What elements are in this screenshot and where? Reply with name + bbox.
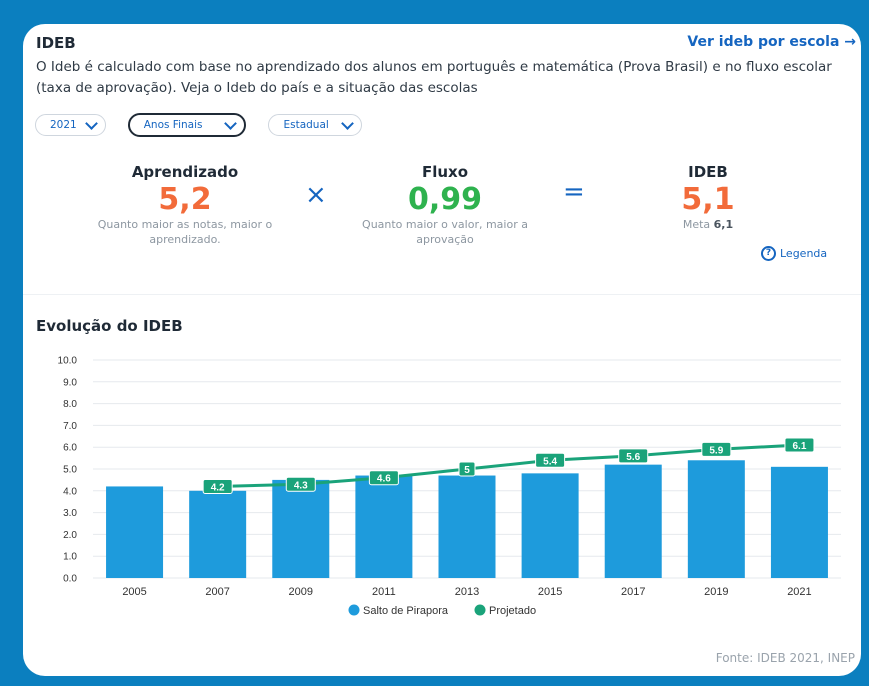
y-tick-label: 6.0 [63, 443, 77, 454]
x-tick-label: 2005 [122, 586, 146, 598]
data-label: 4.3 [294, 480, 308, 491]
y-tick-label: 2.0 [63, 530, 77, 541]
ideb-evolution-chart: 0.0 1.0 2.0 3.0 4.0 5.0 6.0 7.0 8.0 9.0 10.0 2005 20… [58, 356, 841, 617]
data-label: 6.1 [792, 441, 806, 452]
bar [521, 473, 579, 578]
year-select-value: 2021 [50, 119, 77, 131]
divider [23, 294, 861, 295]
x-tick-label: 2015 [538, 586, 562, 598]
metric-fluxo-note: Quanto maior o valor, maior a aprovação [362, 218, 528, 246]
legend-marker [348, 604, 360, 616]
legend-marker [474, 604, 486, 616]
year-select[interactable]: 2021 [35, 114, 106, 136]
bar [272, 479, 330, 578]
x-tick-label: 2013 [455, 586, 479, 598]
bar [604, 464, 662, 578]
y-tick-label: 4.0 [63, 486, 77, 497]
y-tick-label: 9.0 [63, 377, 77, 388]
equals-symbol: = [563, 177, 585, 207]
stage-select[interactable]: Anos Finais [127, 113, 247, 137]
data-label: 5 [464, 465, 470, 476]
legend-label: Salto de Pirapora [363, 605, 449, 617]
x-tick-label: 2009 [289, 586, 313, 598]
bar [438, 475, 496, 578]
y-tick-label: 7.0 [63, 421, 77, 432]
metric-fluxo: Fluxo 0,99 Quanto maior o valor, maior a… [340, 163, 550, 247]
y-tick-label: 1.0 [63, 552, 77, 563]
bar [189, 490, 247, 578]
metric-fluxo-value: 0,99 [407, 182, 483, 217]
metric-aprendizado-value: 5,2 [158, 182, 212, 217]
meta-label: Meta [682, 218, 711, 231]
metric-aprendizado-note: Quanto maior as notas, maior o aprendiza… [97, 218, 273, 246]
evolution-title: Evolução do IDEB [36, 317, 183, 335]
stage-select-value: Anos Finais [143, 119, 203, 131]
y-tick-label: 0.0 [63, 574, 77, 585]
ver-ideb-por-escola-link[interactable]: Ver ideb por escola → [687, 34, 856, 50]
bar [106, 486, 164, 578]
data-label: 4.6 [377, 474, 391, 485]
source-note: Fonte: IDEB 2021, INEP [715, 651, 855, 665]
y-tick-label: 8.0 [63, 399, 77, 410]
y-tick-label: 3.0 [63, 508, 77, 519]
legenda-link[interactable]: ? Legenda [761, 246, 827, 261]
data-label: 5.4 [543, 456, 557, 467]
chevron-down-icon [224, 116, 238, 130]
network-select-value: Estadual [283, 119, 329, 131]
chevron-down-icon [84, 116, 98, 130]
metric-aprendizado-label: Aprendizado [131, 163, 239, 181]
bar [355, 475, 413, 578]
metric-ideb-label: IDEB [688, 163, 728, 181]
meta-value: 6,1 [713, 218, 734, 231]
bar [770, 466, 828, 578]
x-tick-label: 2007 [205, 586, 229, 598]
chevron-down-icon [340, 116, 354, 130]
metric-fluxo-label: Fluxo [421, 163, 469, 181]
metric-aprendizado: Aprendizado 5,2 Quanto maior as notas, m… [85, 163, 285, 247]
x-tick-label: 2017 [621, 586, 645, 598]
filters-bar: 2021 Anos Finais Estadual [35, 113, 362, 137]
metric-ideb: IDEB 5,1 Meta 6,1 [653, 163, 763, 232]
x-tick-label: 2019 [704, 586, 728, 598]
y-tick-label: 10.0 [58, 356, 78, 367]
x-tick-label: 2011 [372, 586, 396, 598]
legend-label: Projetado [489, 605, 536, 617]
description: O Ideb é calculado com base no aprendiza… [36, 59, 832, 96]
page-title: IDEB [36, 34, 76, 52]
help-icon: ? [761, 246, 776, 261]
y-tick-label: 5.0 [63, 465, 77, 476]
data-label: 5.9 [709, 445, 723, 456]
network-select[interactable]: Estadual [268, 114, 362, 136]
bar [687, 460, 745, 578]
data-label: 4.2 [211, 482, 225, 493]
x-tick-label: 2021 [787, 586, 811, 598]
metric-ideb-value: 5,1 [681, 182, 735, 217]
data-label: 5.6 [626, 452, 640, 463]
ideb-card: IDEB Ver ideb por escola → O Ideb é calc… [23, 24, 861, 676]
legenda-label: Legenda [780, 247, 828, 260]
metric-ideb-meta: Meta 6,1 [653, 217, 763, 232]
times-symbol: × [305, 180, 327, 210]
